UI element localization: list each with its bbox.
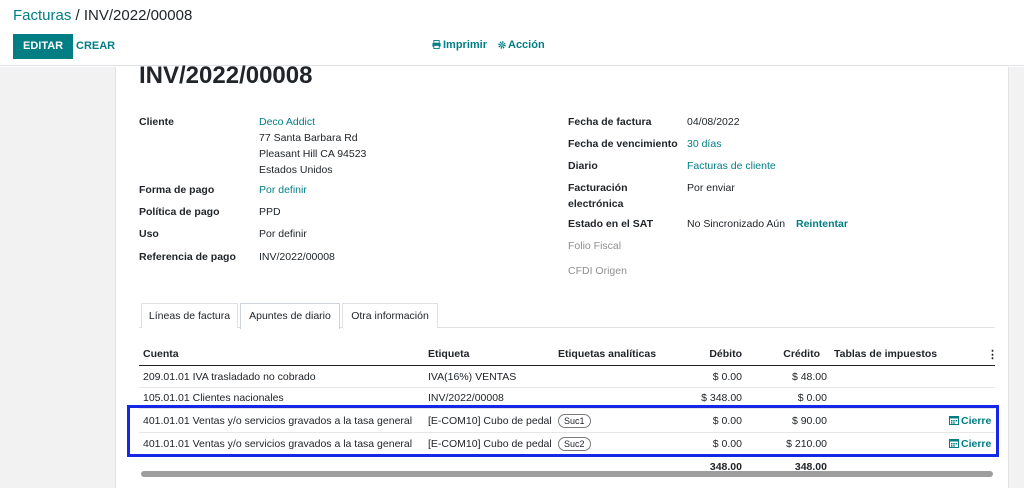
breadcrumb: Facturas / INV/2022/00008 xyxy=(13,7,192,24)
due-date-label: Fecha de vencimiento xyxy=(568,138,678,150)
payment-form-label: Forma de pago xyxy=(139,184,215,196)
background-right xyxy=(1009,67,1024,488)
action-label: Acción xyxy=(508,39,545,51)
row1-label[interactable]: IVA(16%) VENTAS xyxy=(428,371,516,383)
customer-link[interactable]: Deco Addict xyxy=(259,116,315,128)
print-button[interactable]: Imprimir xyxy=(432,39,487,51)
usage-value: Por definir xyxy=(259,228,307,240)
col-header-credit[interactable]: Crédito xyxy=(760,348,820,360)
row2-debit[interactable]: $ 348.00 xyxy=(682,392,742,404)
tab-journal-items[interactable]: Apuntes de diario xyxy=(240,303,340,329)
col-header-debit[interactable]: Débito xyxy=(682,348,742,360)
payment-ref-value: INV/2022/00008 xyxy=(259,251,335,263)
breadcrumb-current: INV/2022/00008 xyxy=(83,7,193,24)
column-options-icon[interactable]: ⋮ xyxy=(987,348,998,361)
invoice-date-value: 04/08/2022 xyxy=(687,116,740,128)
print-icon xyxy=(432,40,441,49)
fiscal-folio-label: Folio Fiscal xyxy=(568,240,622,252)
due-date-value[interactable]: 30 días xyxy=(687,138,721,150)
col-header-analytic-tags[interactable]: Etiquetas analíticas xyxy=(558,348,656,360)
col-header-label[interactable]: Etiqueta xyxy=(428,348,469,360)
invoice-date-label: Fecha de factura xyxy=(568,116,652,128)
einvoice-label-line1: Facturación xyxy=(568,182,628,194)
usage-label: Uso xyxy=(139,228,159,240)
tab-invoice-lines[interactable]: Líneas de factura xyxy=(141,303,238,328)
edit-button[interactable]: EDITAR xyxy=(13,34,74,59)
journal-label: Diario xyxy=(568,160,598,172)
breadcrumb-facturas-link[interactable]: Facturas xyxy=(13,7,71,24)
row-divider xyxy=(139,387,995,388)
cfdi-origin-label: CFDI Origen xyxy=(568,265,627,277)
action-button[interactable]: Acción xyxy=(498,39,545,51)
payment-policy-label: Política de pago xyxy=(139,206,220,218)
horizontal-scrollbar[interactable] xyxy=(141,471,993,477)
sat-label: Estado en el SAT xyxy=(568,218,653,230)
row2-account[interactable]: 105.01.01 Clientes nacionales xyxy=(143,392,284,404)
payment-ref-label: Referencia de pago xyxy=(139,251,236,263)
control-panel: Facturas / INV/2022/00008 EDITAR CREAR I… xyxy=(0,0,1024,66)
create-button[interactable]: CREAR xyxy=(76,34,115,59)
payment-form-value[interactable]: Por definir xyxy=(259,184,307,196)
breadcrumb-separator: / xyxy=(71,7,84,24)
background-left xyxy=(0,67,115,488)
einvoice-label-line2: electrónica xyxy=(568,198,624,210)
sat-retry-link[interactable]: Reintentar xyxy=(796,218,848,230)
payment-policy-value: PPD xyxy=(259,206,281,218)
col-header-account[interactable]: Cuenta xyxy=(143,348,179,360)
address-line2: Pleasant Hill CA 94523 xyxy=(259,148,367,160)
sat-value: No Sincronizado Aún xyxy=(687,218,786,230)
address-line3: Estados Unidos xyxy=(259,164,333,176)
col-header-tax-grids[interactable]: Tablas de impuestos xyxy=(834,348,937,360)
row2-label[interactable]: INV/2022/00008 xyxy=(428,392,504,404)
row1-credit[interactable]: $ 48.00 xyxy=(760,371,827,383)
journal-value[interactable]: Facturas de cliente xyxy=(687,160,776,172)
customer-label: Cliente xyxy=(139,116,175,128)
einvoice-value: Por enviar xyxy=(687,182,735,194)
row1-debit[interactable]: $ 0.00 xyxy=(682,371,742,383)
table-header-divider xyxy=(139,365,995,366)
print-label: Imprimir xyxy=(443,39,488,51)
address-line1: 77 Santa Barbara Rd xyxy=(259,132,358,144)
invoice-title: INV/2022/00008 xyxy=(139,62,313,89)
row1-account[interactable]: 209.01.01 IVA trasladado no cobrado xyxy=(143,371,316,383)
tab-other-info[interactable]: Otra información xyxy=(342,303,438,328)
gear-icon xyxy=(498,41,506,49)
highlight-box xyxy=(127,405,999,457)
row2-credit[interactable]: $ 0.00 xyxy=(760,392,827,404)
